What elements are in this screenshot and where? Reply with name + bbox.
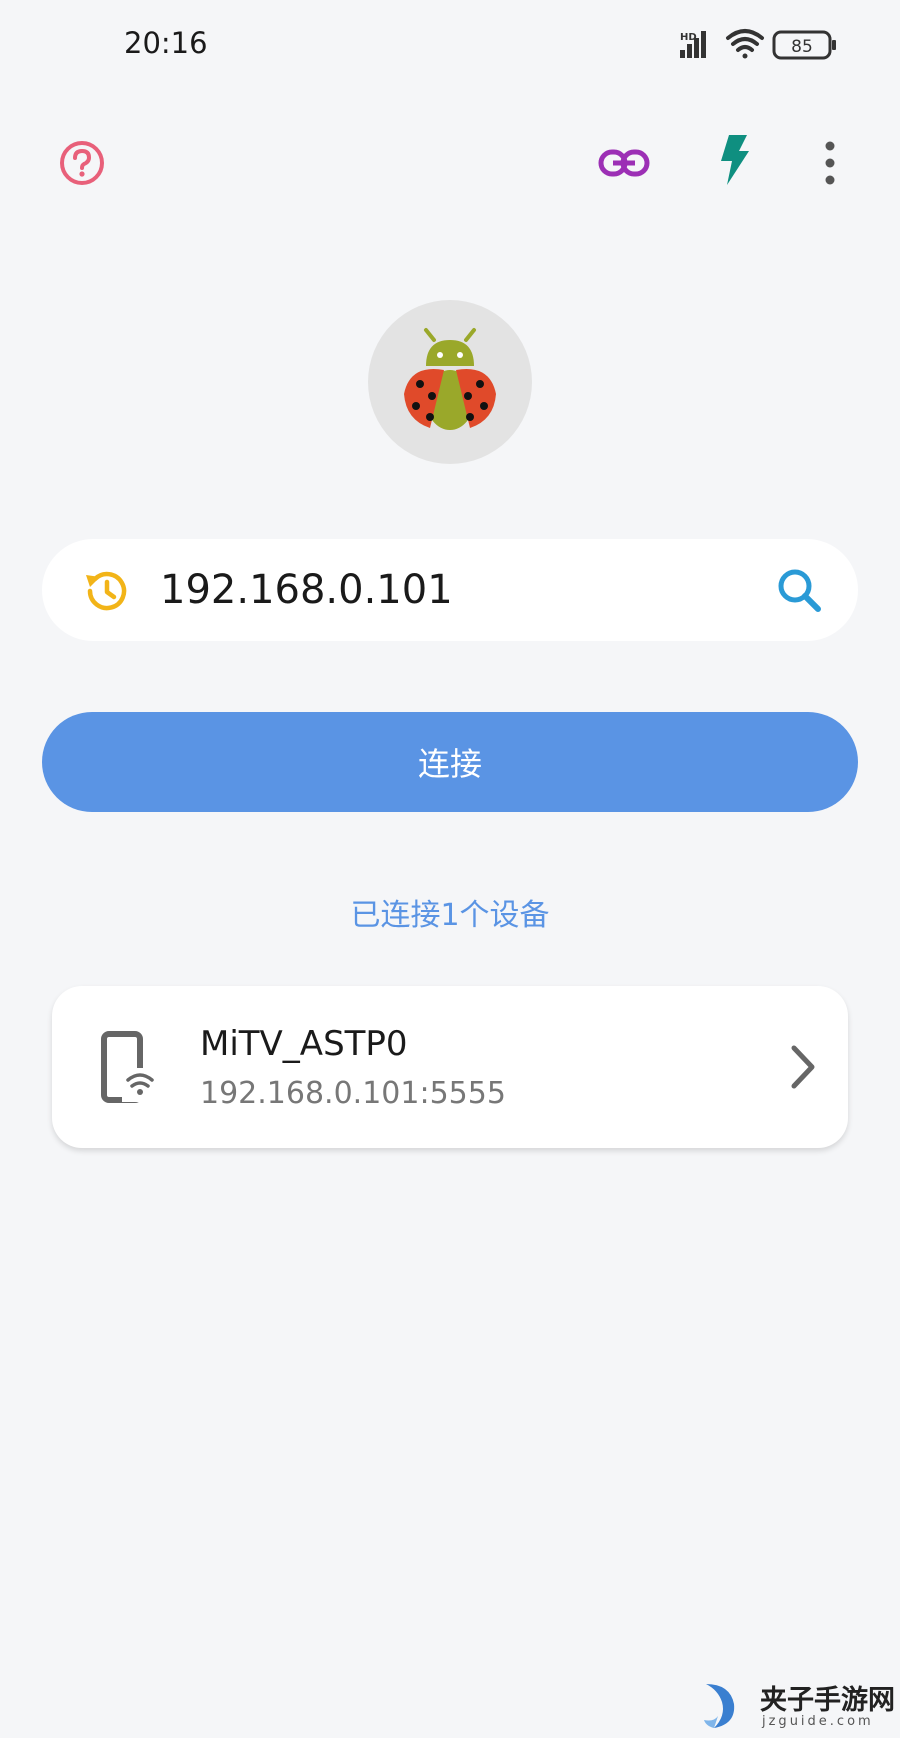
help-button[interactable]	[52, 133, 112, 193]
flash-button[interactable]	[704, 130, 764, 190]
lightning-icon	[721, 135, 749, 185]
link-button[interactable]	[594, 133, 654, 193]
battery-icon: 85	[772, 30, 836, 60]
search-icon[interactable]	[772, 563, 828, 619]
device-name: MiTV_ASTP0	[200, 1024, 408, 1064]
app-logo	[368, 300, 532, 464]
chevron-right-icon[interactable]	[782, 1042, 822, 1092]
history-icon[interactable]	[80, 565, 132, 617]
connected-count: 已连接1个设备	[350, 898, 550, 933]
address-input[interactable]	[160, 560, 740, 620]
help-circle-icon	[60, 141, 104, 185]
watermark-url: jzguide.com	[762, 1714, 874, 1729]
ladybug-android-icon	[404, 328, 496, 430]
watermark-title: 夹子手游网	[760, 1685, 895, 1716]
phone-wifi-icon	[100, 1030, 166, 1104]
watermark-icon	[704, 1684, 735, 1728]
wifi-icon	[726, 29, 764, 59]
device-list-item[interactable]	[52, 986, 848, 1148]
more-button[interactable]	[800, 133, 860, 193]
more-vertical-icon	[825, 141, 835, 185]
status-time: 20:16	[124, 26, 208, 60]
device-address: 192.168.0.101:5555	[200, 1076, 506, 1111]
battery-level: 85	[791, 37, 813, 57]
link-icon	[598, 149, 650, 177]
connect-button[interactable]: 连接	[42, 712, 858, 812]
status-icons: HD 85	[680, 26, 850, 66]
